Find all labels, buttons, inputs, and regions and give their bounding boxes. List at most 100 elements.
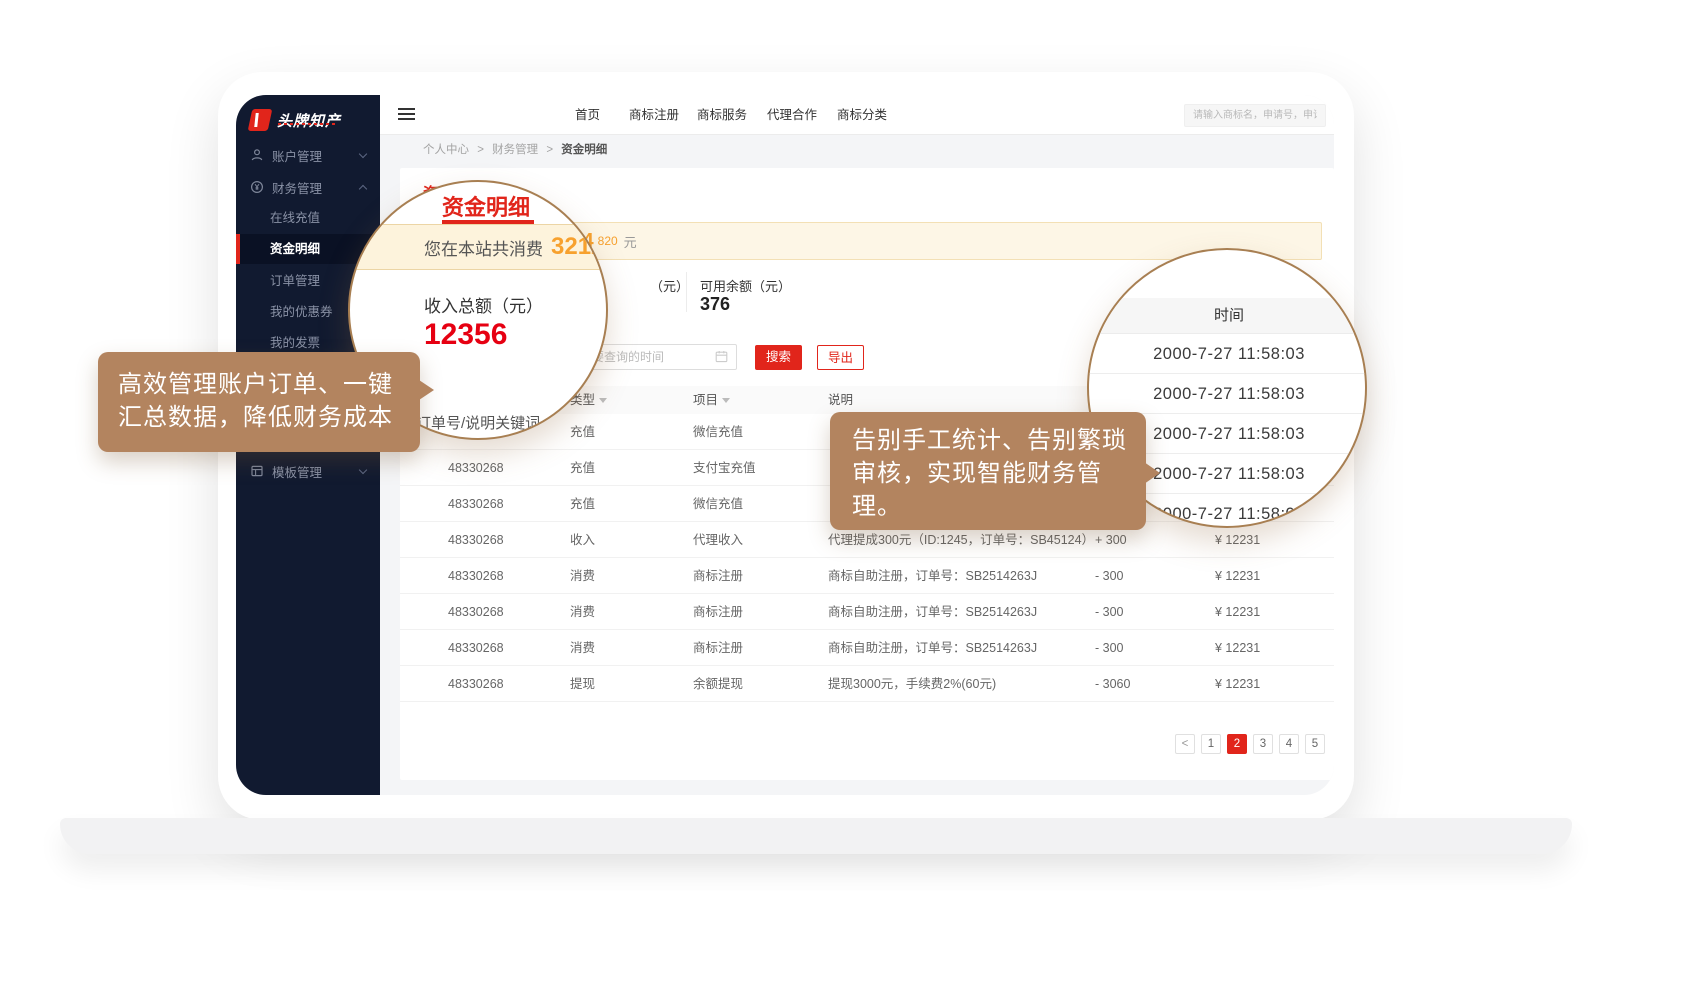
sort-caret-icon — [722, 398, 730, 403]
nav-item-trademark-service[interactable]: 商标服务 — [697, 95, 747, 135]
pagination-page-3[interactable]: 3 — [1253, 734, 1273, 754]
cell-type: 充值 — [570, 414, 595, 450]
cell-project: 微信充值 — [693, 414, 743, 450]
brand-tagline — [278, 123, 336, 125]
magnified-time-cell: 2000-7-27 11:58:03 — [1089, 374, 1367, 414]
table-row: 48330268 消费 商标注册 商标自助注册，订单号：SB2514263J -… — [400, 630, 1334, 666]
table-row: 48330268 提现 余额提现 提现3000元，手续费2%(60元) - 30… — [400, 666, 1334, 702]
sidebar-item-finance[interactable]: 财务管理 — [236, 172, 380, 202]
export-button[interactable]: 导出 — [817, 345, 864, 370]
cell-order: 48330268 — [448, 450, 504, 486]
nav-item-home[interactable]: 首页 — [575, 95, 600, 135]
sidebar-item-template[interactable]: 模板管理 — [236, 456, 380, 486]
magnified-order-header: 订单号/说明关键词 — [416, 412, 540, 433]
cell-type: 充值 — [570, 450, 595, 486]
magnified-income-label: 收入总额（元） — [424, 292, 543, 317]
sort-caret-icon — [599, 398, 607, 403]
callout-text-line: 高效管理账户订单、一键 — [118, 368, 420, 401]
sidebar-item-account[interactable]: 账户管理 — [236, 140, 380, 170]
cell-project: 商标注册 — [693, 558, 743, 594]
nav-item-trademark-class[interactable]: 商标分类 — [837, 95, 887, 135]
cell-amount: - 300 — [1095, 594, 1124, 630]
breadcrumb-item[interactable]: 个人中心 — [423, 144, 469, 156]
cell-balance: ¥ 12231 — [1215, 558, 1260, 594]
col-header-project[interactable]: 项目 — [693, 386, 730, 414]
cell-project: 微信充值 — [693, 486, 743, 522]
yuan-circle-icon — [250, 180, 264, 194]
cell-order: 48330268 — [448, 522, 504, 558]
cell-amount: - 300 — [1095, 558, 1124, 594]
cell-type: 收入 — [570, 522, 595, 558]
sidebar-item-label: 财务管理 — [272, 178, 322, 197]
cell-desc: 提现3000元，手续费2%(60元) — [828, 666, 996, 702]
callout-text-line: 汇总数据，降低财务成本 — [118, 401, 420, 434]
laptop-base — [60, 818, 1572, 854]
cell-project: 支付宝充值 — [693, 450, 756, 486]
breadcrumb-item[interactable]: 财务管理 — [492, 144, 538, 156]
cell-order: 48330268 — [448, 594, 504, 630]
cell-project: 代理收入 — [693, 522, 743, 558]
pagination-page-1[interactable]: 1 — [1201, 734, 1221, 754]
stats-divider — [686, 272, 687, 312]
magnified-tab-label: 资金明细 — [442, 190, 530, 222]
stage: 头牌知产 账户管理 财务管理 在线充值 资金明细 — [0, 0, 1696, 1002]
cell-order: 48330268 — [448, 486, 504, 522]
magnified-banner-amount: 32124 — [551, 233, 608, 261]
pagination-page-4[interactable]: 4 — [1279, 734, 1299, 754]
expense-label-fragment: （元） — [650, 276, 689, 295]
brand-logo-icon — [248, 109, 273, 131]
hamburger-menu-icon[interactable] — [398, 108, 415, 121]
sidebar-item-label: 账户管理 — [272, 146, 322, 165]
magnified-income-value: 12356 — [424, 318, 507, 352]
magnified-banner-prefix: 您在本站共消费 — [424, 235, 543, 260]
nav-item-trademark-register[interactable]: 商标注册 — [629, 95, 679, 135]
breadcrumb-separator: > — [477, 144, 484, 156]
available-balance-label: 可用余额（元） — [700, 276, 791, 295]
cell-desc: 商标自助注册，订单号：SB2514263J — [828, 594, 1037, 630]
cell-desc: 商标自助注册，订单号：SB2514263J — [828, 630, 1037, 666]
brand-logo-text: 头牌知产 — [277, 110, 341, 131]
sidebar-item-label: 模板管理 — [272, 462, 322, 481]
chevron-up-icon — [359, 184, 367, 192]
cell-type: 提现 — [570, 666, 595, 702]
pagination: < 1 2 3 4 5 — [1175, 734, 1331, 754]
magnified-time-cell: 2000-7-27 11:58:03 — [1089, 334, 1367, 374]
cell-project: 余额提现 — [693, 666, 743, 702]
callout-text-line: 审核，实现智能财务管 — [852, 457, 1146, 490]
top-navbar: 首页 商标注册 商标服务 代理合作 商标分类 — [380, 95, 1334, 135]
calendar-icon[interactable] — [715, 350, 728, 363]
magnified-banner: 您在本站共消费 32124 — [350, 224, 608, 270]
template-icon — [250, 464, 264, 478]
cell-order: 48330268 — [448, 666, 504, 702]
cell-amount: - 3060 — [1095, 666, 1130, 702]
cell-project: 商标注册 — [693, 630, 743, 666]
pagination-prev-button[interactable]: < — [1175, 734, 1195, 754]
cell-project: 商标注册 — [693, 594, 743, 630]
breadcrumb: 个人中心 > 财务管理 > 资金明细 — [423, 141, 607, 157]
breadcrumb-separator: > — [546, 144, 553, 156]
table-row: 48330268 消费 商标注册 商标自助注册，订单号：SB2514263J -… — [400, 594, 1334, 630]
cell-balance: ¥ 12231 — [1215, 594, 1260, 630]
search-input[interactable] — [1184, 104, 1326, 127]
cell-desc: 商标自助注册，订单号：SB2514263J — [828, 558, 1037, 594]
cell-order: 48330268 — [448, 558, 504, 594]
callout-smart-finance: 告别手工统计、告别繁琐 审核，实现智能财务管 理。 — [830, 412, 1146, 530]
cell-type: 消费 — [570, 630, 595, 666]
callout-text-line: 理。 — [852, 490, 1146, 523]
cell-amount: - 300 — [1095, 630, 1124, 666]
banner-unit: 元 — [624, 232, 637, 251]
pagination-page-5[interactable]: 5 — [1305, 734, 1325, 754]
nav-item-agent-coop[interactable]: 代理合作 — [767, 95, 817, 135]
cell-balance: ¥ 12231 — [1215, 666, 1260, 702]
pagination-page-2-active[interactable]: 2 — [1227, 734, 1247, 754]
chevron-down-icon — [359, 149, 367, 157]
cell-order: 48330268 — [448, 630, 504, 666]
callout-efficient-manage: 高效管理账户订单、一键 汇总数据，降低财务成本 — [98, 352, 420, 452]
col-header-desc: 说明 — [828, 386, 853, 414]
callout-text-line: 告别手工统计、告别繁琐 — [852, 424, 1146, 457]
brand-logo[interactable]: 头牌知产 — [250, 109, 341, 131]
user-icon — [250, 148, 264, 162]
cell-balance: ¥ 12231 — [1215, 630, 1260, 666]
search-button[interactable]: 搜索 — [755, 345, 802, 370]
available-balance-value: 376 — [700, 294, 730, 315]
